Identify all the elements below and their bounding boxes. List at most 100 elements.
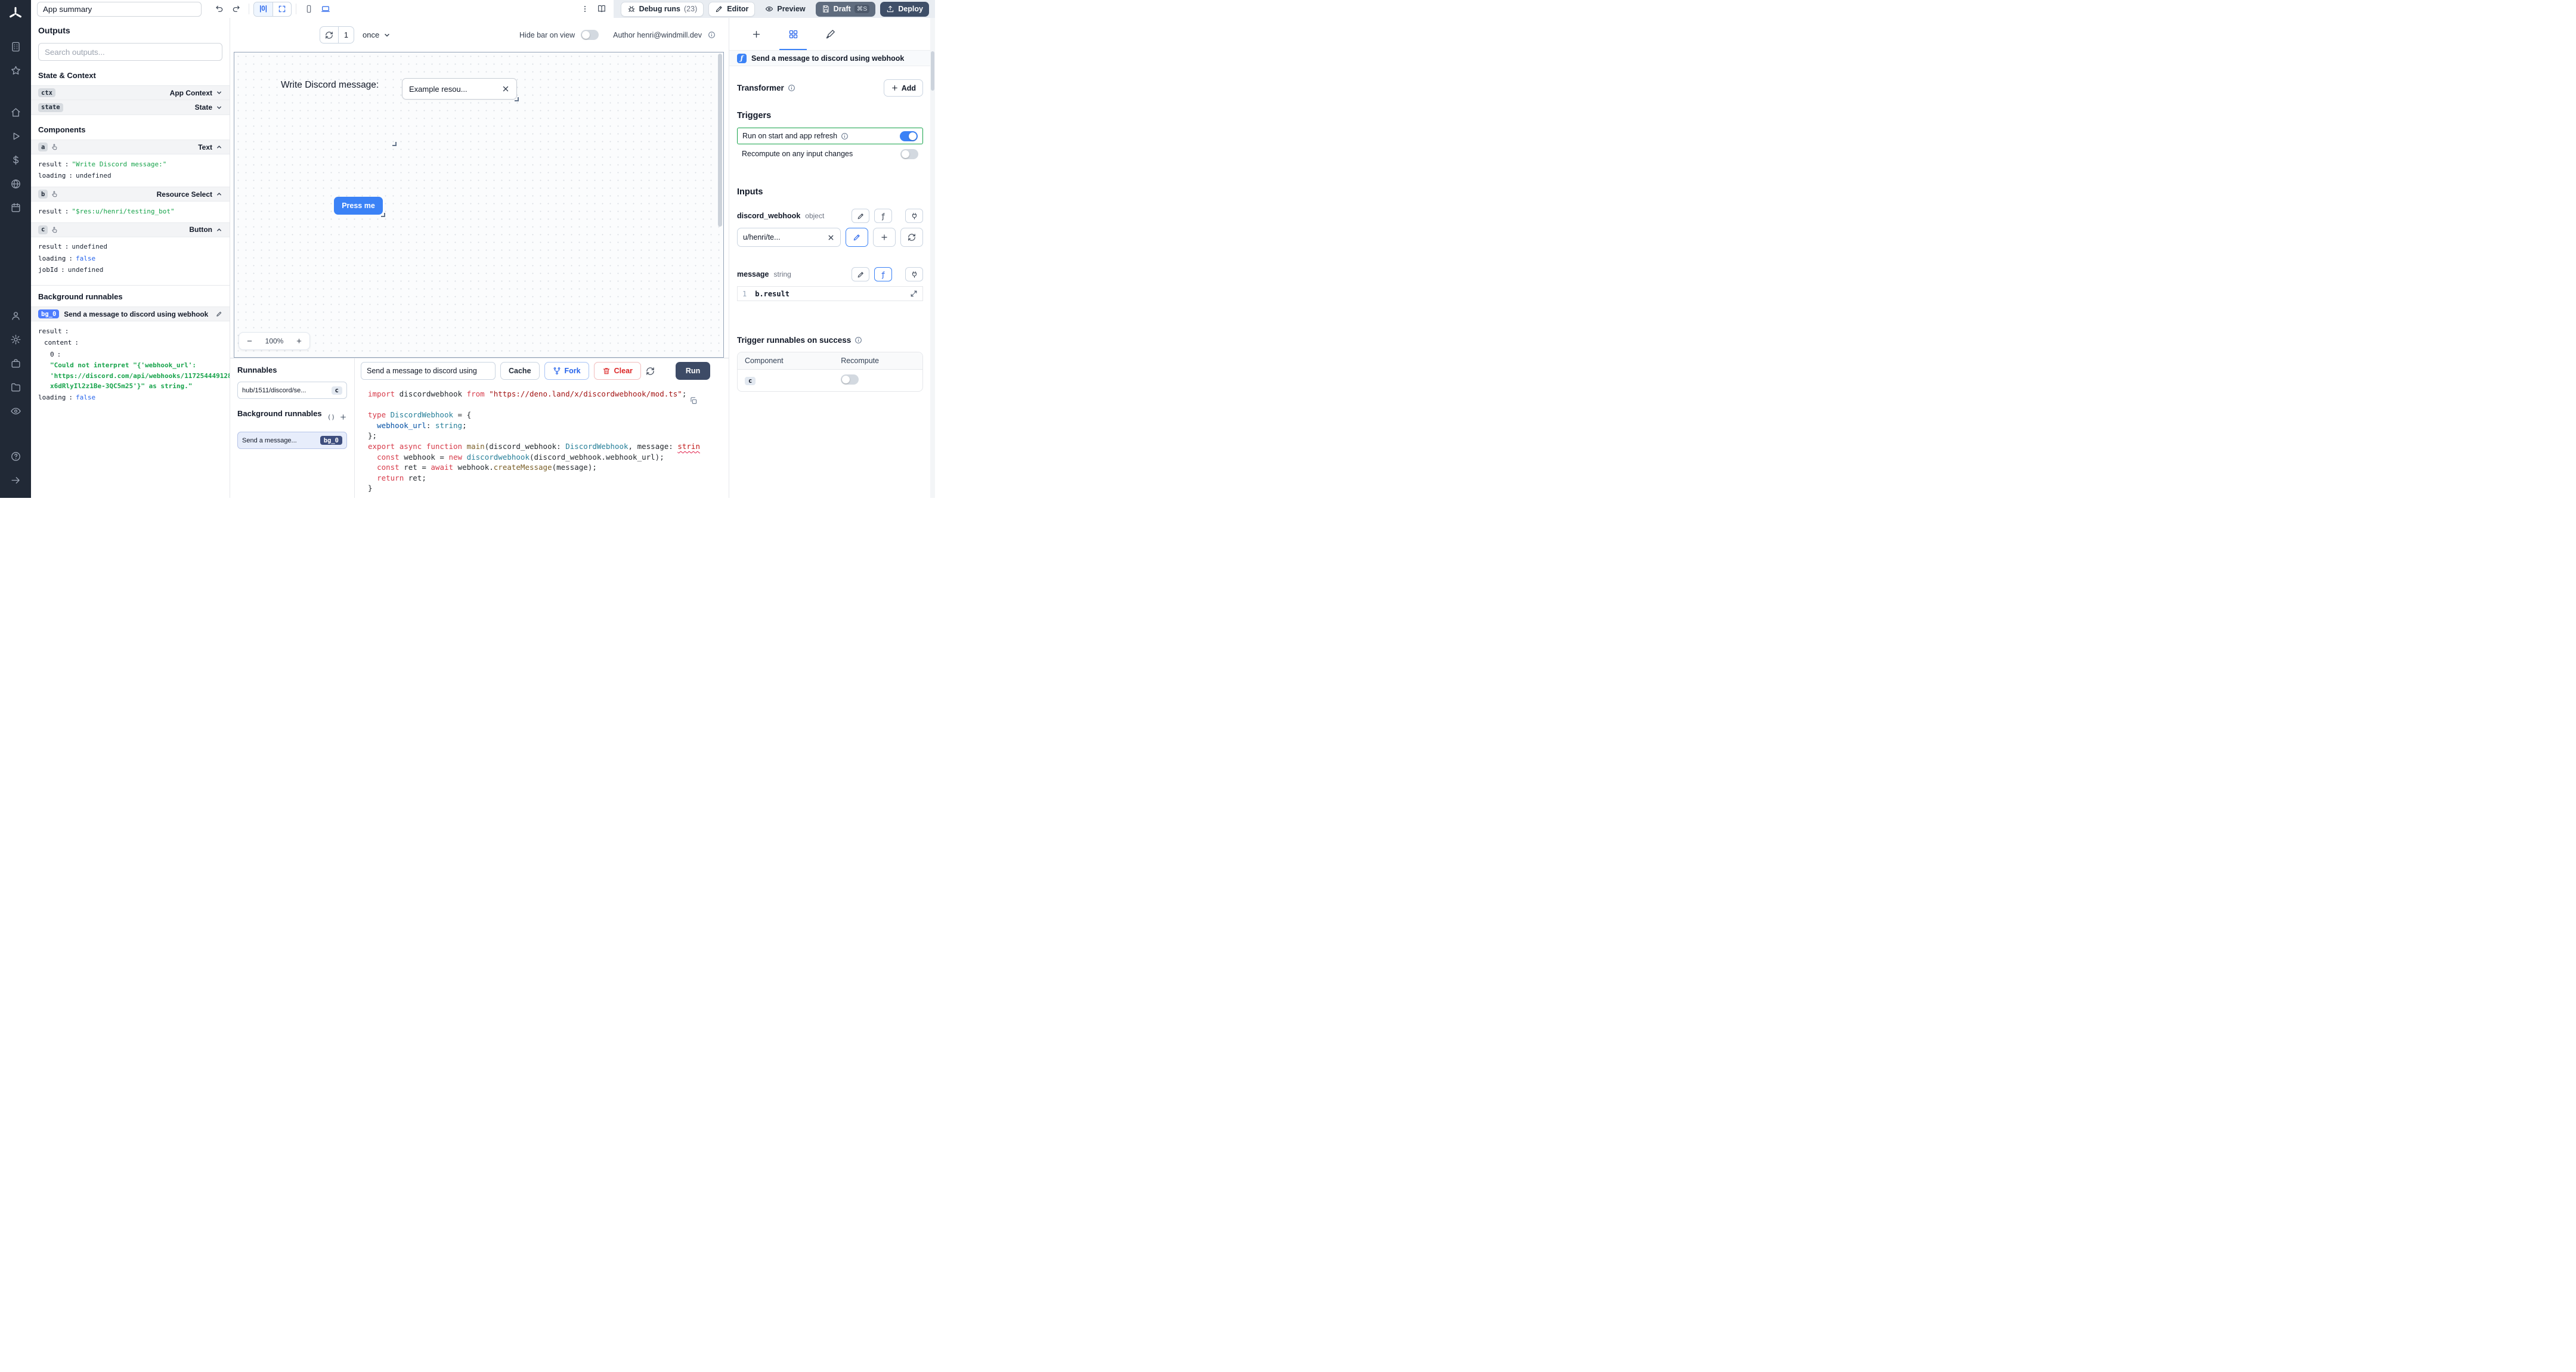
output-kv: 0: — [50, 350, 61, 358]
component-a-row[interactable]: a Text — [31, 140, 230, 154]
runnable-item-bg0[interactable]: Send a message... bg_0 — [237, 432, 347, 449]
app-canvas[interactable]: Write Discord message: Example resou... … — [234, 52, 724, 358]
undo-button[interactable] — [211, 2, 228, 16]
audit-eye-icon[interactable] — [0, 399, 31, 423]
desktop-view-button[interactable] — [317, 2, 334, 16]
apps-icon[interactable] — [0, 35, 31, 58]
recompute-label: Recompute on any input changes — [742, 150, 853, 158]
create-resource-button[interactable] — [873, 228, 896, 247]
expression-editor[interactable]: 1 b.result — [737, 286, 923, 301]
fork-button[interactable]: Fork — [544, 362, 589, 380]
expression-fx-icon[interactable]: ƒ — [874, 209, 892, 223]
clear-resource-icon[interactable] — [827, 234, 835, 241]
docs-book-icon[interactable] — [593, 2, 610, 16]
runnable-item-hub-script[interactable]: hub/1511/discord/se... c — [237, 382, 347, 399]
run-mode-dropdown[interactable]: once — [363, 30, 391, 39]
schedules-icon[interactable] — [0, 196, 31, 219]
runnables-panel: Runnables hub/1511/discord/se... c Backg… — [230, 358, 355, 498]
runs-icon[interactable] — [0, 124, 31, 148]
home-icon[interactable] — [0, 100, 31, 124]
deploy-button[interactable]: Deploy — [880, 1, 929, 17]
expand-canvas-button[interactable] — [273, 2, 291, 16]
triggers-title: Triggers — [737, 111, 772, 120]
windmill-logo[interactable] — [8, 5, 23, 21]
runnable-label: Send a message... — [242, 436, 297, 444]
static-edit-icon[interactable] — [852, 267, 869, 281]
add-background-runnable-button[interactable] — [339, 413, 347, 421]
script-name-input[interactable]: Send a message to discord using — [361, 362, 496, 380]
component-settings-panel: ƒ Send a message to discord using webhoo… — [729, 18, 935, 498]
refresh-script-button[interactable] — [646, 367, 664, 376]
page-scrollbar[interactable] — [930, 18, 935, 498]
more-menu-button[interactable] — [577, 2, 593, 16]
topbar-right-group: Debug runs (23) Editor Preview Draft ⌘S — [613, 0, 935, 18]
scrollbar-thumb[interactable] — [931, 51, 934, 91]
draft-button[interactable]: Draft ⌘S — [815, 1, 876, 17]
bg0-row[interactable]: bg_0 Send a message to discord using web… — [31, 306, 230, 321]
connect-plug-icon[interactable] — [905, 267, 923, 281]
zoom-in-button[interactable]: + — [289, 333, 309, 349]
insert-component-tab[interactable] — [738, 18, 775, 50]
code-editor[interactable]: import discordwebhook from "https://deno… — [355, 383, 729, 498]
app-summary-input[interactable] — [37, 1, 202, 17]
canvas-resource-select[interactable]: Example resou... — [402, 78, 519, 101]
outputs-search-input[interactable] — [38, 43, 222, 61]
component-settings-tab[interactable] — [775, 18, 812, 50]
user-icon[interactable] — [0, 303, 31, 327]
refresh-app-button[interactable] — [320, 27, 338, 43]
workspace-icon[interactable] — [0, 351, 31, 375]
recompute-toggle[interactable] — [900, 148, 918, 159]
variables-icon[interactable] — [0, 148, 31, 172]
copy-code-icon[interactable] — [689, 397, 698, 405]
resize-handle[interactable] — [515, 97, 519, 101]
styling-brush-tab[interactable] — [812, 18, 849, 50]
redo-button[interactable] — [228, 2, 244, 16]
recompute-c-toggle[interactable] — [841, 374, 859, 385]
chevron-down-icon — [385, 33, 389, 37]
run-on-start-toggle[interactable] — [900, 131, 918, 141]
run-button[interactable]: Run — [675, 362, 711, 380]
canvas-text-component[interactable]: Write Discord message: — [281, 80, 379, 91]
resources-icon[interactable] — [0, 172, 31, 196]
refresh-count: 1 — [338, 27, 354, 43]
expression-fx-icon[interactable]: ƒ — [874, 267, 892, 281]
resize-handle[interactable] — [392, 142, 397, 146]
component-c-row[interactable]: c Button — [31, 222, 230, 237]
connect-plug-icon[interactable] — [905, 209, 923, 223]
component-c-badge: c — [38, 225, 48, 234]
editor-mode-button[interactable]: Editor — [708, 1, 756, 17]
component-c-type: Button — [189, 225, 212, 234]
clear-button[interactable]: Clear — [593, 362, 641, 380]
cache-button[interactable]: Cache — [500, 362, 540, 380]
expand-editor-icon[interactable] — [910, 290, 918, 298]
refresh-resource-button[interactable] — [900, 228, 923, 247]
star-icon[interactable] — [0, 58, 31, 82]
clear-selection-icon[interactable] — [501, 85, 510, 93]
canvas-scrollbar[interactable] — [718, 54, 722, 227]
divider — [31, 285, 230, 286]
help-icon[interactable] — [0, 444, 31, 468]
zoom-out-button[interactable]: − — [239, 333, 260, 349]
ctx-row[interactable]: ctx App Context — [31, 85, 230, 100]
mobile-view-button[interactable] — [301, 2, 317, 16]
state-row[interactable]: state State — [31, 100, 230, 115]
preview-mode-button[interactable]: Preview — [760, 2, 810, 17]
folders-icon[interactable] — [0, 375, 31, 399]
settings-gear-icon[interactable] — [0, 327, 31, 351]
canvas-press-me-button[interactable]: Press me — [334, 197, 385, 217]
collapse-arrow-icon[interactable] — [0, 468, 31, 492]
resource-path-input[interactable]: u/henri/te... — [737, 228, 841, 247]
component-b-row[interactable]: b Resource Select — [31, 187, 230, 202]
edit-pencil-icon[interactable] — [216, 311, 222, 317]
static-edit-icon[interactable] — [852, 209, 869, 223]
edit-resource-button[interactable] — [846, 228, 868, 247]
field-type: string — [773, 270, 791, 278]
hide-bar-label: Hide bar on view — [519, 30, 575, 39]
add-transformer-button[interactable]: Add — [883, 79, 923, 97]
debug-runs-button[interactable]: Debug runs (23) — [620, 1, 704, 17]
resize-handle[interactable] — [381, 213, 385, 217]
center-layout-button[interactable]: |0| — [254, 2, 273, 16]
hide-bar-toggle[interactable] — [581, 30, 599, 40]
component-title: Send a message to discord using webhook — [751, 54, 905, 63]
field-message: message string ƒ 1 b.result — [737, 267, 923, 301]
